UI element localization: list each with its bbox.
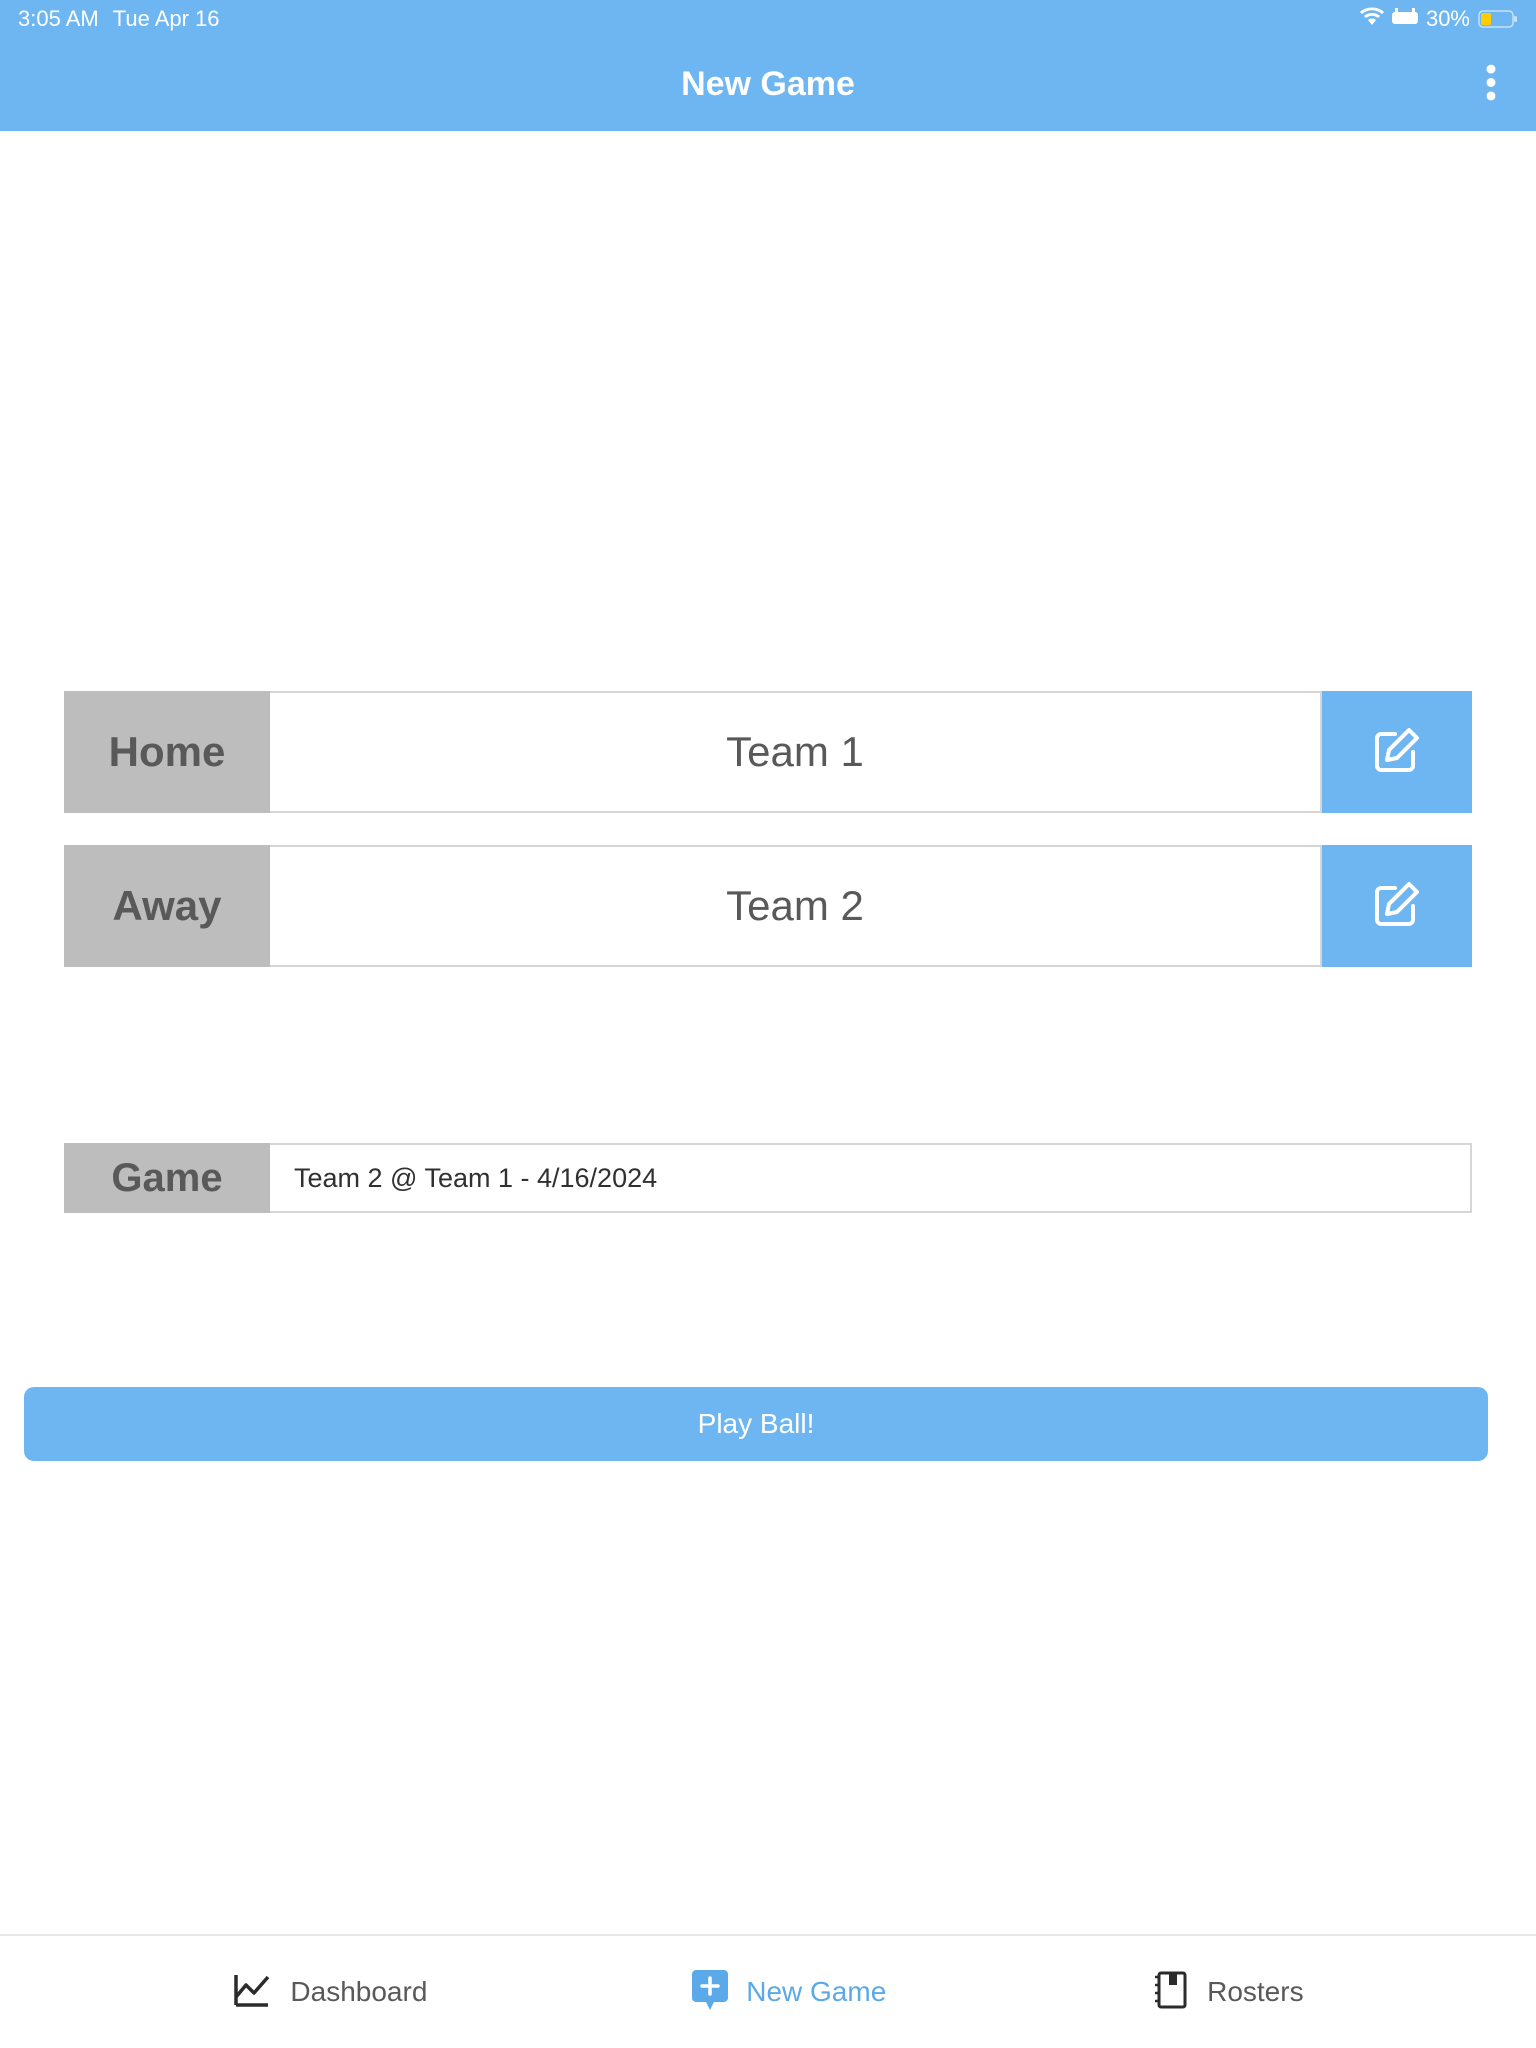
home-team-value[interactable]: Team 1	[270, 691, 1322, 813]
away-team-row: Away Team 2	[64, 845, 1472, 967]
tab-dashboard-label: Dashboard	[290, 1976, 427, 2008]
battery-percent: 30%	[1426, 6, 1470, 32]
game-row: Game Team 2 @ Team 1 - 4/16/2024	[64, 1143, 1472, 1213]
edit-away-team-button[interactable]	[1322, 845, 1472, 967]
rosters-icon	[1151, 1969, 1189, 2016]
tab-rosters-label: Rosters	[1207, 1976, 1303, 2008]
tab-bar: Dashboard New Game Rosters	[0, 1934, 1536, 2048]
game-label: Game	[64, 1143, 270, 1213]
away-team-label: Away	[64, 845, 270, 967]
tab-new-game[interactable]: New Game	[692, 1970, 886, 2015]
edit-home-team-button[interactable]	[1322, 691, 1472, 813]
home-team-row: Home Team 1	[64, 691, 1472, 813]
home-team-label: Home	[64, 691, 270, 813]
dnd-icon	[1392, 6, 1418, 32]
status-bar: 3:05 AM Tue Apr 16 30%	[0, 0, 1536, 38]
game-name-input[interactable]: Team 2 @ Team 1 - 4/16/2024	[270, 1143, 1472, 1213]
page-title: New Game	[681, 65, 855, 104]
edit-icon	[1371, 878, 1423, 935]
wifi-icon	[1360, 6, 1384, 32]
content-area: Home Team 1 Away Team 2 Game	[0, 131, 1536, 1934]
edit-icon	[1371, 724, 1423, 781]
nav-bar: New Game	[0, 38, 1536, 131]
play-ball-button[interactable]: Play Ball!	[24, 1387, 1488, 1461]
status-time: 3:05 AM	[18, 6, 99, 32]
plus-icon	[692, 1970, 728, 2015]
chart-icon	[232, 1971, 272, 2014]
battery-icon	[1478, 10, 1518, 28]
menu-button[interactable]	[1486, 63, 1496, 106]
away-team-value[interactable]: Team 2	[270, 845, 1322, 967]
tab-dashboard[interactable]: Dashboard	[232, 1971, 427, 2014]
tab-rosters[interactable]: Rosters	[1151, 1969, 1303, 2016]
tab-new-game-label: New Game	[746, 1976, 886, 2008]
status-date: Tue Apr 16	[113, 6, 220, 32]
